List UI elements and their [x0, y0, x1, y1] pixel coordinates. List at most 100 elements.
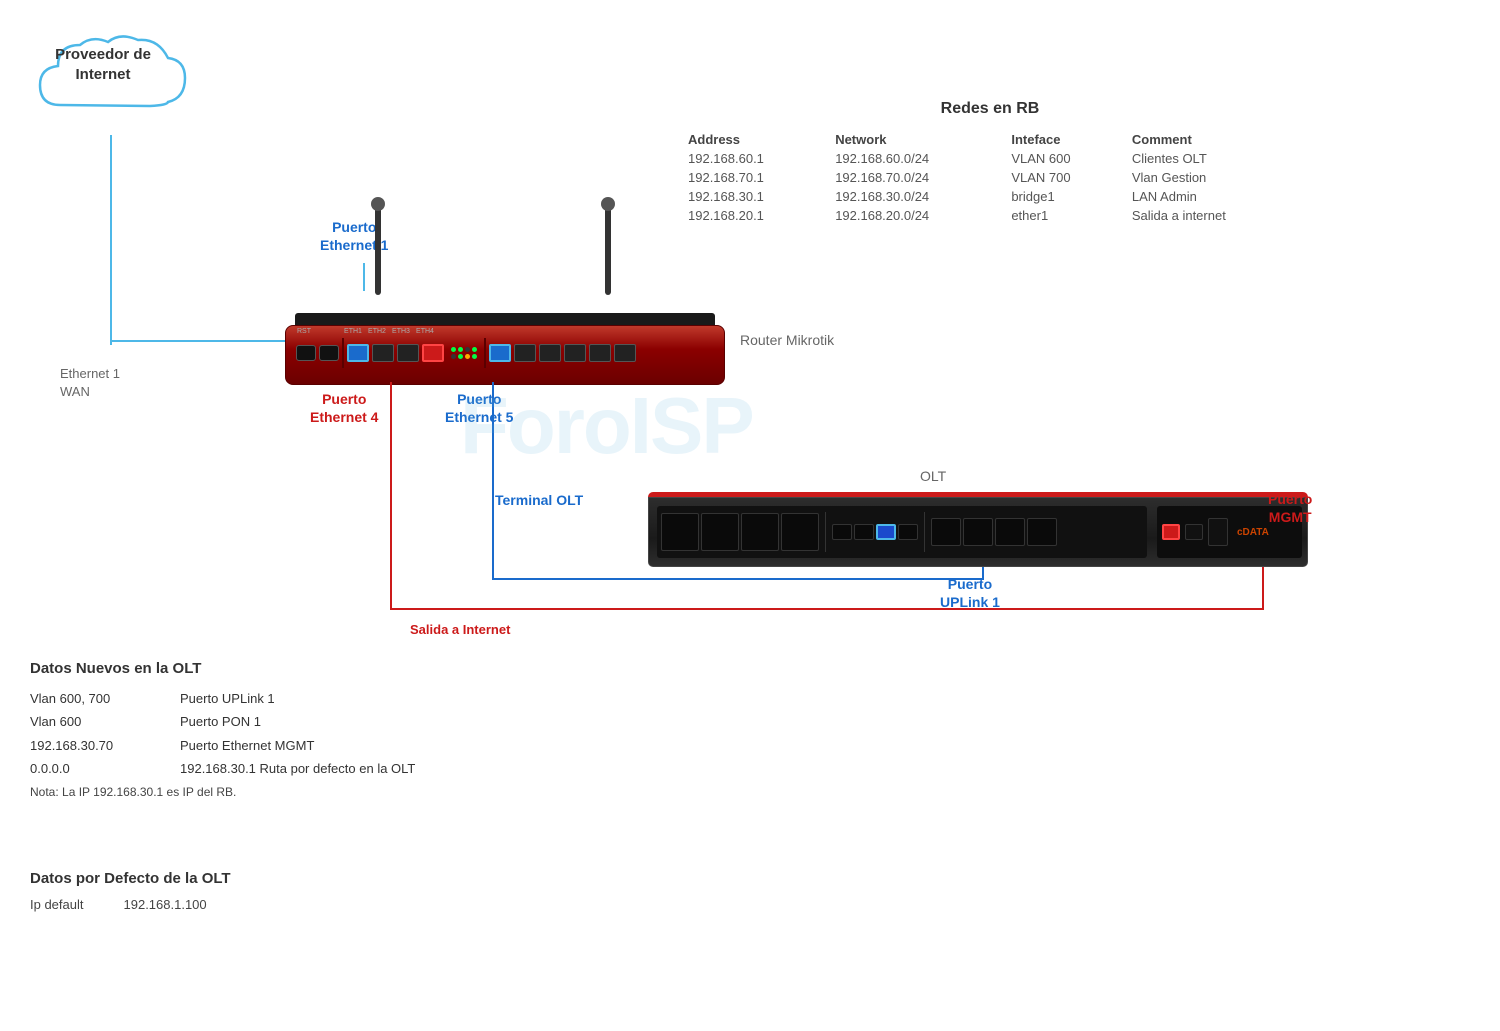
col-header-comment: Comment — [1124, 130, 1300, 149]
router-eth9-port — [589, 344, 611, 362]
table-cell-interface: VLAN 600 — [1003, 149, 1124, 168]
table-cell-comment: LAN Admin — [1124, 187, 1300, 206]
redes-rb-title: Redes en RB — [680, 100, 1300, 118]
olt-sfp-2 — [701, 513, 739, 551]
col-header-interface: Inteface — [1003, 130, 1124, 149]
cloud-to-router-vertical-line — [110, 135, 112, 345]
red-line-horizontal — [390, 608, 1264, 610]
antenna-left — [375, 205, 381, 295]
led-6 — [458, 354, 463, 359]
led-8 — [472, 354, 477, 359]
router-eth1-port — [347, 344, 369, 362]
nota-text: Nota: La IP 192.168.30.1 es IP del RB. — [30, 785, 630, 799]
table-cell-network: 192.168.60.0/24 — [827, 149, 1003, 168]
col-header-network: Network — [827, 130, 1003, 149]
olt-console-port — [1185, 524, 1203, 540]
cloud-label: Proveedor de Internet — [38, 45, 168, 84]
table-row: 192.168.20.1192.168.20.0/24ether1Salida … — [680, 206, 1300, 225]
olt-usb-port — [1208, 518, 1228, 546]
led-4 — [472, 347, 477, 352]
led-5 — [451, 354, 456, 359]
olt-uplink-port — [876, 524, 896, 540]
eth1-wan-label: Ethernet 1 WAN — [60, 365, 120, 401]
ip-default-value: 192.168.1.100 — [124, 897, 207, 912]
router-device: RST ETH1 ETH2 ETH3 ETH4 — [285, 285, 725, 385]
table-row: 192.168.30.1192.168.30.0/24bridge1LAN Ad… — [680, 187, 1300, 206]
red-line-eth4-vertical — [390, 382, 392, 610]
olt-front-panel — [657, 506, 1147, 558]
router-eth5-port — [489, 344, 511, 362]
datos-col1: 192.168.30.70 — [30, 734, 160, 757]
olt-divider — [825, 512, 826, 552]
list-item: 0.0.0.0 192.168.30.1 Ruta por defecto en … — [30, 757, 630, 780]
olt-rj45-4 — [898, 524, 918, 540]
ip-default-label: Ip default — [30, 897, 84, 912]
col-header-address: Address — [680, 130, 827, 149]
table-cell-interface: ether1 — [1003, 206, 1124, 225]
table-cell-comment: Clientes OLT — [1124, 149, 1300, 168]
table-cell-comment: Vlan Gestion — [1124, 168, 1300, 187]
olt-sfp-up1 — [931, 518, 961, 546]
datos-nuevos-title: Datos Nuevos en la OLT — [30, 660, 630, 677]
router-port-sfp — [319, 345, 339, 361]
table-cell-address: 192.168.30.1 — [680, 187, 827, 206]
puerto-uplink-label: Puerto UPLink 1 — [940, 575, 1000, 611]
table-cell-address: 192.168.60.1 — [680, 149, 827, 168]
table-cell-interface: bridge1 — [1003, 187, 1124, 206]
datos-nuevos-section: Datos Nuevos en la OLT Vlan 600, 700Puer… — [30, 660, 630, 799]
table-cell-network: 192.168.70.0/24 — [827, 168, 1003, 187]
datos-defecto-title: Datos por Defecto de la OLT — [30, 870, 430, 887]
olt-body: cDATA — [648, 497, 1308, 567]
table-cell-address: 192.168.70.1 — [680, 168, 827, 187]
olt-sfp-4 — [781, 513, 819, 551]
table-cell-comment: Salida a internet — [1124, 206, 1300, 225]
olt-sfp-3 — [741, 513, 779, 551]
port-divider2 — [484, 338, 486, 368]
puerto-mgmt-label: Puerto MGMT — [1268, 490, 1312, 526]
router-body: RST ETH1 ETH2 ETH3 ETH4 — [285, 325, 725, 385]
olt-device: cDATA — [648, 492, 1308, 567]
blue-line-eth5-horizontal — [492, 578, 984, 580]
led-7 — [465, 354, 470, 359]
olt-label: OLT — [920, 468, 946, 484]
led-2 — [458, 347, 463, 352]
puerto-eth4-label: Puerto Ethernet 4 — [310, 390, 378, 426]
router-eth4-port — [422, 344, 444, 362]
datos-col1: Vlan 600 — [30, 710, 160, 733]
ip-default-row: Ip default 192.168.1.100 — [30, 897, 430, 912]
terminal-olt-label: Terminal OLT — [495, 492, 583, 508]
datos-col2: Puerto UPLink 1 — [180, 687, 275, 710]
router-port-usb — [296, 345, 316, 361]
olt-rj45-2 — [854, 524, 874, 540]
port-divider — [342, 338, 344, 368]
olt-rj45-1 — [832, 524, 852, 540]
datos-col1: 0.0.0.0 — [30, 757, 160, 780]
olt-sfp-up3 — [995, 518, 1025, 546]
olt-mgmt-port — [1162, 524, 1180, 540]
redes-rb-section: Redes en RB Address Network Inteface Com… — [680, 100, 1300, 225]
list-item: Vlan 600Puerto PON 1 — [30, 710, 630, 733]
puerto-eth5-label: Puerto Ethernet 5 — [445, 390, 513, 426]
redes-rb-table: Address Network Inteface Comment 192.168… — [680, 130, 1300, 225]
router-eth6-port — [514, 344, 536, 362]
datos-nuevos-rows: Vlan 600, 700Puerto UPLink 1Vlan 600Puer… — [30, 687, 630, 781]
led-1 — [451, 347, 456, 352]
olt-sfp-1 — [661, 513, 699, 551]
table-cell-interface: VLAN 700 — [1003, 168, 1124, 187]
router-eth10-port — [614, 344, 636, 362]
blue-line-eth5-vertical — [492, 382, 494, 580]
cdata-logo: cDATA — [1237, 527, 1269, 538]
table-cell-network: 192.168.30.0/24 — [827, 187, 1003, 206]
table-row: 192.168.70.1192.168.70.0/24VLAN 700Vlan … — [680, 168, 1300, 187]
olt-sfp-up2 — [963, 518, 993, 546]
table-cell-network: 192.168.20.0/24 — [827, 206, 1003, 225]
olt-divider2 — [924, 512, 925, 552]
router-eth7-port — [539, 344, 561, 362]
router-mikrotik-label: Router Mikrotik — [740, 332, 834, 348]
led-3 — [465, 347, 470, 352]
list-item: Vlan 600, 700Puerto UPLink 1 — [30, 687, 630, 710]
table-row: 192.168.60.1192.168.60.0/24VLAN 600Clien… — [680, 149, 1300, 168]
list-item: 192.168.30.70Puerto Ethernet MGMT — [30, 734, 630, 757]
router-eth2-port — [372, 344, 394, 362]
datos-col2: 192.168.30.1 Ruta por defecto en la OLT — [180, 757, 415, 780]
